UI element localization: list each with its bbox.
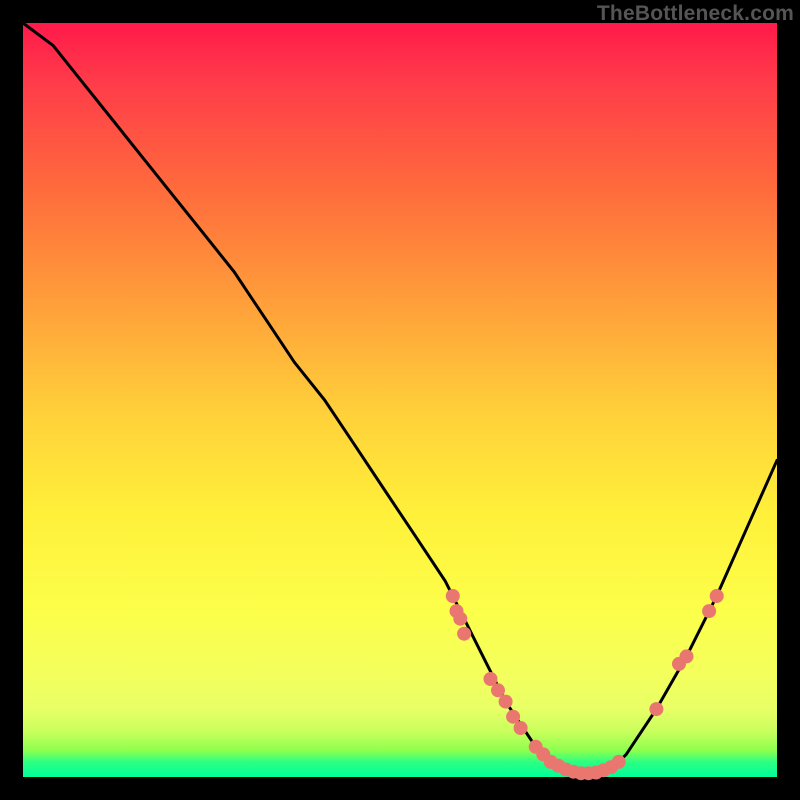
curve-svg [23,23,777,777]
bottleneck-curve [23,23,777,773]
data-point [514,721,528,735]
watermark-text: TheBottleneck.com [597,2,794,26]
data-point [612,755,626,769]
data-point [702,604,716,618]
data-point [649,702,663,716]
marker-group [446,589,724,780]
data-point [680,649,694,663]
data-point [710,589,724,603]
data-point [446,589,460,603]
data-point [453,612,467,626]
data-point [457,627,471,641]
chart-frame: TheBottleneck.com [0,0,800,800]
data-point [499,695,513,709]
plot-area [23,23,777,777]
